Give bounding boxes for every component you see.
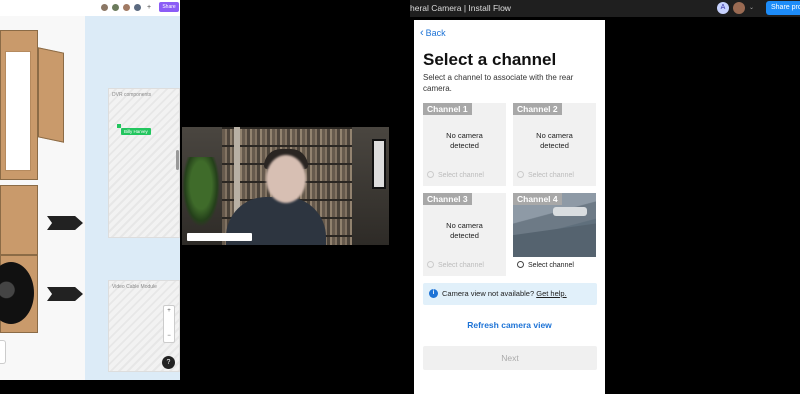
back-button[interactable]: ‹ Back: [420, 27, 446, 39]
channel-label: Channel 1: [423, 103, 472, 115]
box-panel: [5, 51, 31, 171]
canvas-topbar: + Share: [0, 0, 180, 16]
design-canvas-panel[interactable]: + Share DVR components Billy Harvey Vide…: [0, 0, 180, 380]
select-label: Select channel: [528, 262, 574, 269]
info-text: Camera view not available? Get help.: [442, 289, 567, 298]
chevron-down-icon[interactable]: ⌄: [503, 4, 508, 11]
channel-label: Channel 3: [423, 193, 472, 205]
camera-ground: [513, 221, 596, 257]
chevron-left-icon: ‹: [420, 27, 424, 39]
avatar[interactable]: [100, 3, 109, 12]
share-button[interactable]: Share pro: [766, 1, 800, 15]
chevron-down-icon[interactable]: ⌄: [749, 4, 754, 11]
select-channel-radio[interactable]: Select channel: [517, 261, 574, 269]
channel-status: No camera detected: [446, 221, 483, 240]
avatar[interactable]: [733, 2, 745, 14]
zoom-track: [164, 317, 174, 331]
get-help-link[interactable]: Get help.: [536, 289, 566, 298]
next-button[interactable]: Next: [423, 346, 597, 370]
select-label: Select channel: [528, 172, 574, 179]
channel-card-3: Channel 3 No camera detected Select chan…: [423, 193, 506, 276]
collaborator-avatars[interactable]: [100, 3, 142, 12]
wall-picture-image: [372, 139, 386, 189]
box-flap: [38, 47, 64, 143]
plant-image: [182, 157, 220, 227]
frame-label: DVR components: [112, 92, 152, 98]
avatar[interactable]: [122, 3, 131, 12]
share-button[interactable]: Share: [159, 2, 179, 12]
box-dieline-lower[interactable]: [0, 185, 38, 255]
avatar[interactable]: [111, 3, 120, 12]
info-icon: i: [429, 289, 438, 298]
info-message: Camera view not available?: [442, 289, 535, 298]
channel-card-4[interactable]: Channel 4 Select channel: [513, 193, 596, 276]
info-banner: i Camera view not available? Get help.: [423, 283, 597, 305]
back-label: Back: [425, 28, 446, 38]
page-title: Select a channel: [423, 50, 557, 69]
scrollbar[interactable]: [176, 150, 179, 170]
channel-card-1: Channel 1 No camera detected Select chan…: [423, 103, 506, 186]
channel-status: No camera detected: [446, 131, 483, 150]
radio-icon[interactable]: [517, 261, 524, 268]
select-channel-radio: Select channel: [427, 171, 484, 179]
participant-video-tile[interactable]: [182, 127, 389, 245]
select-channel-radio: Select channel: [517, 171, 574, 179]
channel-label: Channel 2: [513, 103, 562, 115]
collaborator-cursor-tag: Billy Harvey: [121, 128, 151, 135]
channel-status: No camera detected: [536, 131, 573, 150]
select-label: Select channel: [438, 262, 484, 269]
zoom-control[interactable]: + −: [163, 305, 175, 343]
avatar[interactable]: [133, 3, 142, 12]
prototype-screen: ‹ Back Select a channel Select a channel …: [414, 20, 605, 394]
radio-icon: [427, 261, 434, 268]
radio-icon: [517, 171, 524, 178]
select-label: Select channel: [438, 172, 484, 179]
help-button[interactable]: ?: [162, 356, 175, 369]
avatar[interactable]: A: [717, 2, 729, 14]
participant-face-blurred: [266, 155, 306, 203]
frame-dvr-components[interactable]: DVR components: [108, 88, 180, 238]
panel-handle[interactable]: [0, 340, 6, 364]
zoom-out-button[interactable]: −: [164, 331, 174, 342]
radio-icon: [427, 171, 434, 178]
channel-card-2: Channel 2 No camera detected Select chan…: [513, 103, 596, 186]
select-channel-radio: Select channel: [427, 261, 484, 269]
frame-label: Video Cable Module: [112, 284, 157, 290]
zoom-in-button[interactable]: +: [164, 306, 174, 317]
box-dieline[interactable]: [0, 30, 38, 180]
refresh-camera-view-button[interactable]: Refresh camera view: [414, 320, 605, 330]
screen-share-stage: + Share DVR components Billy Harvey Vide…: [0, 0, 800, 394]
avatars-more[interactable]: +: [147, 4, 151, 11]
page-subtitle: Select a channel to associate with the r…: [423, 73, 574, 93]
channel-label: Channel 4: [513, 193, 562, 205]
camera-vehicle: [553, 207, 587, 216]
app-title[interactable]: heral Camera | Install Flow: [410, 3, 511, 13]
participant-name-redacted: [187, 233, 252, 241]
